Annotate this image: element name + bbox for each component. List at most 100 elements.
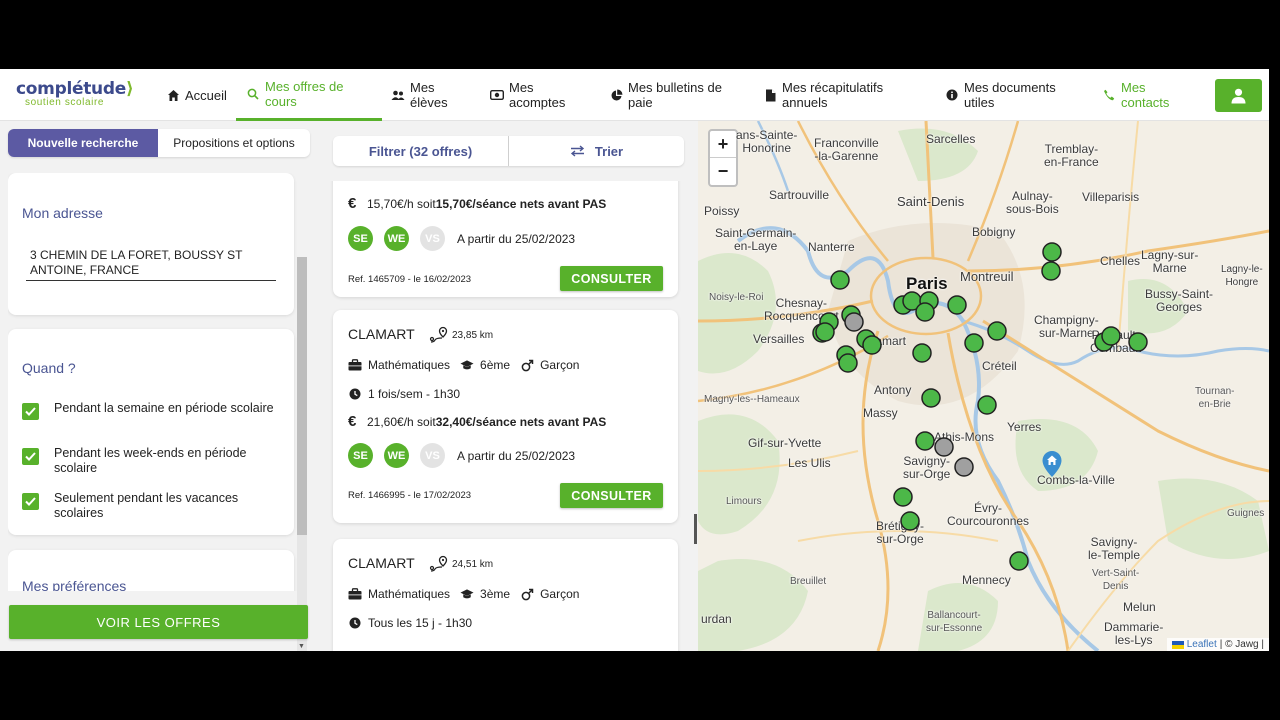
location-route-icon <box>429 555 448 572</box>
nav-accueil[interactable]: Accueil <box>166 69 236 121</box>
offer-level: 6ème <box>480 358 511 372</box>
option-week-ends[interactable]: Pendant les week-ends en période scolair… <box>22 446 274 476</box>
map-label: Lagny-le- Hongre <box>1221 264 1263 288</box>
nav-mes-contacts-label: Mes contacts <box>1121 80 1170 110</box>
zoom-in-button[interactable]: + <box>710 131 736 158</box>
nav-mes-recapitulatifs-label: Mes récapitulatifs annuels <box>782 80 884 110</box>
map-label: Pontault- Combault <box>1090 328 1142 355</box>
logo-name: complétude <box>16 79 126 99</box>
sort-button[interactable]: Trier <box>508 136 684 166</box>
users-icon <box>391 88 405 102</box>
map-label: Nanterre <box>808 240 855 254</box>
map-label: Melun <box>1123 600 1156 614</box>
nav-mes-contacts[interactable]: Mes contacts <box>1102 69 1182 121</box>
offer-reference: Ref. 1465709 - le 16/02/2023 <box>348 274 472 285</box>
map-label: Sartrouville <box>769 188 830 202</box>
nav-mes-recapitulatifs[interactable]: Mes récapitulatifs annuels <box>763 69 933 121</box>
offer-price-row: € 21,60€/h soit 32,40€/séance nets avant… <box>348 413 606 430</box>
option-semaine-label: Pendant la semaine en période scolaire <box>54 401 274 415</box>
leaflet-link[interactable]: Leaflet <box>1187 639 1217 650</box>
check-icon <box>25 497 36 506</box>
map-label: Franconville -la-Garenne <box>814 136 879 163</box>
checkbox-semaine[interactable] <box>22 403 39 420</box>
euro-icon: € <box>348 413 357 430</box>
offer-card: CLAMART 23,85 km Mathématiques 6ème Garç… <box>333 310 678 523</box>
phone-icon <box>1102 88 1116 102</box>
panel-resize-handle[interactable] <box>694 514 697 544</box>
nav-mes-bulletins[interactable]: Mes bulletins de paie <box>609 69 749 121</box>
nav-mes-eleves[interactable]: Mes élèves <box>391 69 476 121</box>
offer-subject: Mathématiques <box>368 587 451 601</box>
offer-card: CLAMART 24,51 km Mathématiques 3ème Garç… <box>333 539 678 651</box>
map-label: Yerres <box>1007 420 1042 434</box>
offer-reference: Ref. 1466995 - le 17/02/2023 <box>348 490 472 501</box>
offer-price-row: € 15,70€/h soit 15,70€/séance nets avant… <box>348 195 606 212</box>
logo-x-icon: ⟩ <box>125 79 134 99</box>
offer-details-row: Mathématiques 3ème Garçon <box>348 587 579 601</box>
option-vacances[interactable]: Seulement pendant les vacances scolaires <box>22 491 274 521</box>
tab-nouvelle-recherche[interactable]: Nouvelle recherche <box>8 129 158 157</box>
map-label: Aulnay-sous-Bois <box>1006 189 1059 216</box>
nav-mes-documents-label: Mes documents utiles <box>964 80 1056 110</box>
home-icon <box>166 88 180 102</box>
search-form-scroll: Mon adresse 3 CHEMIN DE LA FORET, BOUSSY… <box>8 173 308 591</box>
user-icon <box>1231 88 1246 103</box>
map-label: Athis-Mons <box>934 430 995 444</box>
nav-mes-documents[interactable]: Mes documents utiles <box>945 69 1085 121</box>
nav-mes-offres[interactable]: Mes offres de cours <box>236 69 382 121</box>
zoom-out-button[interactable]: − <box>710 158 736 185</box>
preferences-card: Mes préférences <box>8 550 294 591</box>
map-label: Créteil <box>982 359 1017 373</box>
nav-mes-acomptes[interactable]: Mes acomptes <box>490 69 590 121</box>
map-label: Antony <box>874 383 912 397</box>
checkbox-week-ends[interactable] <box>22 448 39 465</box>
offer-details-row: Mathématiques 6ème Garçon <box>348 358 579 372</box>
map-label: Gif-sur-Yvette <box>748 436 822 450</box>
when-title: Quand ? <box>22 360 76 376</box>
file-icon <box>763 88 777 102</box>
address-input[interactable]: 3 CHEMIN DE LA FORET, BOUSSY ST ANTOINE,… <box>26 248 276 281</box>
tab-propositions-options[interactable]: Propositions et options <box>158 129 310 157</box>
map-label: Massy <box>863 406 898 420</box>
map-label: Clamart <box>864 334 907 348</box>
check-icon <box>25 407 36 416</box>
sort-label: Trier <box>594 143 624 159</box>
left-scrollbar-thumb[interactable] <box>297 257 307 535</box>
map-label: Breuillet <box>790 576 827 587</box>
offers-map[interactable]: + − ans-Sainte- Honorine Franconville -la-… <box>698 121 1269 651</box>
map-label: Montreuil <box>960 269 1014 284</box>
offer-frequency-row: Tous les 15 j - 1h30 <box>348 616 472 630</box>
badge-se: SE <box>348 226 373 251</box>
map-label: Champigny-sur-Marne <box>1034 313 1099 340</box>
scroll-down-icon[interactable]: ▼ <box>298 643 305 650</box>
consulter-button[interactable]: CONSULTER <box>560 266 663 291</box>
consulter-button[interactable]: CONSULTER <box>560 483 663 508</box>
filter-button[interactable]: Filtrer (32 offres) <box>333 136 508 166</box>
map-label: Limours <box>726 496 762 507</box>
map-label: Brétigny-sur-Orge <box>876 519 925 546</box>
map-label: Saint-Germain-en-Laye <box>715 226 797 253</box>
checkbox-vacances[interactable] <box>22 493 39 510</box>
location-route-icon <box>429 326 448 343</box>
home-location-pin-icon[interactable] <box>1041 450 1063 478</box>
money-icon <box>490 88 504 102</box>
map-label: Lagny-sur- Marne <box>1141 248 1199 275</box>
user-account-button[interactable] <box>1215 79 1262 112</box>
offers-list: € 15,70€/h soit 15,70€/séance nets avant… <box>320 181 695 651</box>
address-card: Mon adresse 3 CHEMIN DE LA FORET, BOUSSY… <box>8 173 294 315</box>
zoom-control: + − <box>708 129 738 187</box>
map-label: Bobigny <box>972 225 1016 239</box>
offer-start-date: A partir du 25/02/2023 <box>457 449 576 463</box>
info-icon <box>945 88 959 102</box>
map-label: Ballancourt-sur-Essonne <box>926 610 983 634</box>
map-label: Chelles <box>1100 254 1141 268</box>
briefcase-icon <box>348 358 362 372</box>
option-semaine[interactable]: Pendant la semaine en période scolaire <box>22 401 274 420</box>
map-label: Chesnay- Rocquencourt <box>764 296 839 323</box>
completude-logo[interactable]: complétude⟩ soutien scolaire <box>16 79 146 113</box>
voir-les-offres-button[interactable]: VOIR LES OFFRES <box>9 605 308 639</box>
offer-price: 21,60€/h soit <box>367 414 436 429</box>
search-icon <box>246 87 260 101</box>
offer-distance: 24,51 km <box>429 555 493 573</box>
nav-mes-eleves-label: Mes élèves <box>410 80 448 110</box>
